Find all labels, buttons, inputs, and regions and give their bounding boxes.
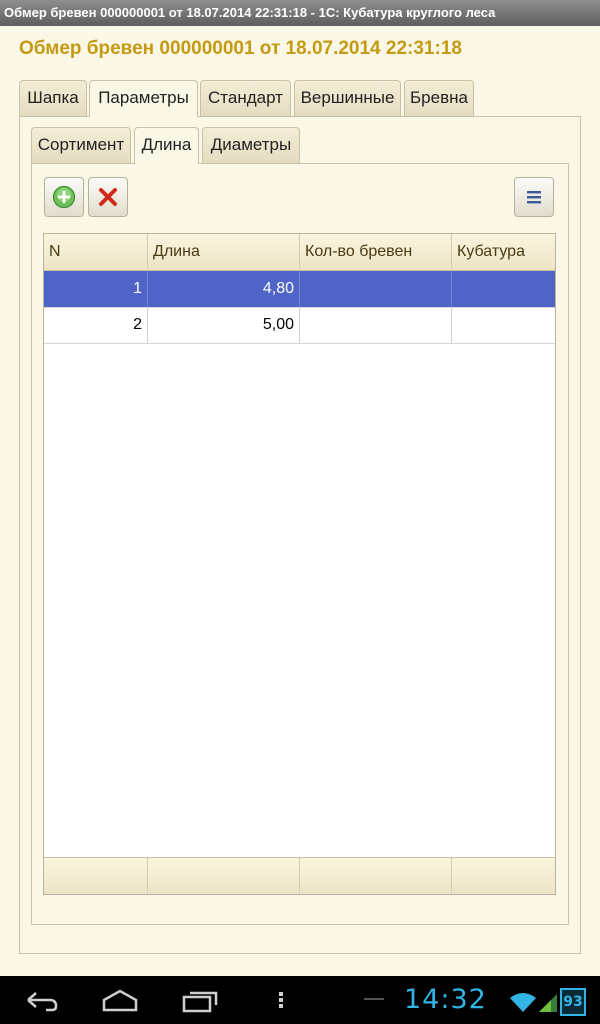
home-icon[interactable] (100, 986, 140, 1014)
battery-icon: 93 (560, 988, 586, 1016)
tab-label: Стандарт (208, 88, 283, 107)
cell-n[interactable]: 2 (44, 307, 148, 343)
column-header-count[interactable]: Кол-во бревен (300, 234, 452, 270)
overflow-menu-icon[interactable] (275, 986, 287, 1014)
table-header: N Длина Кол-во бревен Кубатура (44, 234, 555, 271)
signal-icon (539, 994, 557, 1012)
back-icon[interactable] (20, 986, 62, 1014)
red-x-icon (99, 188, 117, 206)
column-header-volume[interactable]: Кубатура (452, 234, 555, 270)
status-clock: 14:32 (404, 984, 487, 1015)
cell-length[interactable]: 4,80 (148, 271, 300, 307)
cell-count[interactable] (300, 307, 452, 343)
battery-level: 93 (563, 994, 583, 1010)
footer-cell (44, 858, 148, 894)
table-footer (44, 857, 555, 894)
lengths-table: N Длина Кол-во бревен Кубатура 1 4,80 2 … (43, 233, 556, 895)
tab-sortiment[interactable]: Сортимент (31, 127, 131, 163)
more-actions-button[interactable] (514, 177, 554, 217)
tab-label: Бревна (410, 88, 468, 107)
window-title: Обмер бревен 000000001 от 18.07.2014 22:… (4, 5, 496, 20)
tab-label: Длина (141, 135, 192, 154)
cell-length[interactable]: 5,00 (148, 307, 300, 343)
tab-diametry[interactable]: Диаметры (202, 127, 300, 163)
window-title-bar: Обмер бревен 000000001 от 18.07.2014 22:… (0, 0, 600, 26)
cell-count[interactable] (300, 271, 452, 307)
tab-label: Шапка (27, 88, 79, 107)
column-header-length[interactable]: Длина (148, 234, 300, 270)
cell-volume[interactable] (452, 307, 555, 343)
delete-button[interactable] (88, 177, 128, 217)
plus-circle-icon (52, 185, 76, 209)
tab-label: Сортимент (37, 135, 125, 154)
tab-label: Вершинные (300, 88, 395, 107)
footer-cell (452, 858, 555, 894)
cell-n[interactable]: 1 (44, 271, 148, 307)
recent-apps-icon[interactable] (180, 986, 222, 1014)
footer-cell (300, 858, 452, 894)
menu-lines-icon (527, 191, 541, 204)
tab-shapka[interactable]: Шапка (19, 80, 87, 116)
tab-dlina[interactable]: Длина (134, 127, 199, 164)
wifi-icon (510, 993, 536, 1012)
column-header-n[interactable]: N (44, 234, 148, 270)
tab-vershinnye[interactable]: Вершинные (294, 80, 401, 116)
tab-brevna[interactable]: Бревна (404, 80, 474, 116)
tab-parametry[interactable]: Параметры (89, 80, 198, 117)
table-row[interactable]: 2 5,00 (44, 307, 555, 344)
notification-indicator-icon (364, 998, 384, 1000)
tab-standart[interactable]: Стандарт (200, 80, 291, 116)
table-row[interactable]: 1 4,80 (44, 271, 555, 308)
footer-cell (148, 858, 300, 894)
tab-label: Диаметры (210, 135, 292, 154)
add-button[interactable] (44, 177, 84, 217)
cell-volume[interactable] (452, 271, 555, 307)
tab-label: Параметры (98, 88, 189, 107)
document-title: Обмер бревен 000000001 от 18.07.2014 22:… (19, 38, 462, 59)
